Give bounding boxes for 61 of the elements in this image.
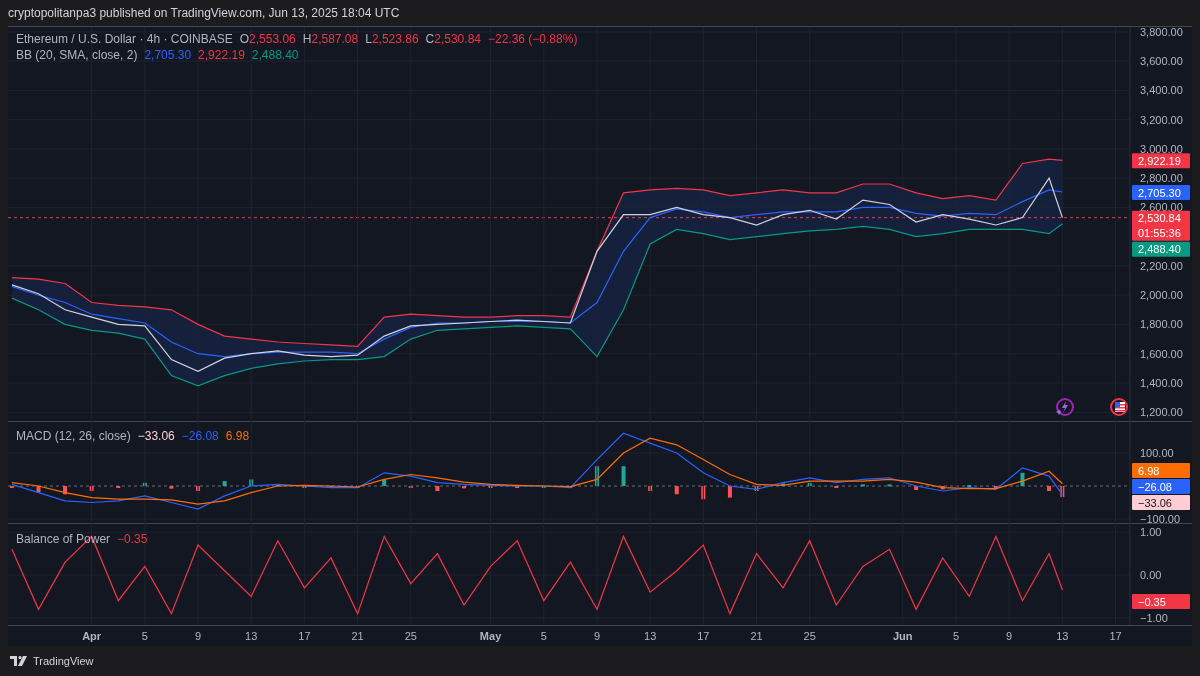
- axis-label: Jun: [893, 630, 913, 642]
- axis-label: 1,200.00: [1140, 406, 1183, 419]
- axis-label: 5: [952, 630, 960, 642]
- axis-label: 1,400.00: [1140, 376, 1183, 389]
- price-tag: 6.98: [1132, 463, 1190, 479]
- axis-label: 25: [803, 630, 816, 642]
- indicator-value: 2,705.30: [144, 48, 192, 62]
- axis-label: 1.00: [1140, 526, 1162, 539]
- ohlc-value: H2,587.08: [302, 32, 359, 46]
- symbol-title: Ethereum / U.S. Dollar · 4h · COINBASE: [16, 32, 233, 46]
- axis-label: 5: [141, 630, 148, 642]
- axis-label: 3,200.00: [1140, 113, 1183, 126]
- axis-label: 100.00: [1140, 447, 1174, 459]
- axis-label: 13: [245, 630, 258, 642]
- axis-label: 2,000.00: [1140, 289, 1183, 302]
- price-tag: −26.08: [1132, 479, 1190, 495]
- axis-label: 3,800.00: [1140, 26, 1183, 38]
- axis-label: −1.00: [1140, 611, 1168, 624]
- axis-label: 9: [1006, 630, 1013, 642]
- axis-label: 25: [404, 630, 417, 642]
- axis-label: 0.00: [1140, 569, 1162, 581]
- indicator-value: 2,488.40: [251, 48, 299, 62]
- price-tag: −33.06: [1132, 495, 1190, 511]
- axis-label: 13: [644, 630, 657, 642]
- axis-label: 9: [195, 630, 202, 642]
- axis-label: May: [479, 630, 502, 642]
- price-change: −22.36 (−0.88%): [488, 32, 578, 46]
- axis-label: 2,800.00: [1140, 172, 1183, 185]
- indicator-value: −0.35: [117, 532, 148, 546]
- axis-label: 21: [750, 630, 763, 642]
- axis-label: 2,200.00: [1140, 259, 1183, 272]
- price-tag: 2,488.40: [1132, 241, 1190, 257]
- axis-label: 21: [351, 630, 364, 642]
- axis-label: 3,600.00: [1140, 55, 1183, 68]
- axis-label: 17: [1109, 630, 1122, 642]
- axis-label: 3,000.00: [1140, 142, 1183, 155]
- ohlc-value: C2,530.84: [425, 32, 481, 46]
- ohlc-value: L2,523.86: [365, 32, 419, 46]
- price-tag: −0.35: [1132, 594, 1190, 609]
- axis-label: 3,400.00: [1140, 84, 1183, 97]
- axis-label: 17: [298, 630, 311, 642]
- ohlc-value: O2,553.06: [239, 32, 296, 46]
- indicator-value: −33.06: [137, 429, 175, 443]
- axis-label: 5: [540, 630, 547, 642]
- indicator-value: 2,922.19: [198, 48, 245, 62]
- indicator-value: −26.08: [181, 429, 219, 443]
- axis-label: Apr: [82, 630, 102, 642]
- price-tag: 2,530.84 01:55:36: [1132, 210, 1190, 241]
- price-tag: 2,705.30: [1132, 185, 1190, 201]
- publish-caption: cryptopolitanpa3 published on TradingView.com, Jun 13, 2025 18:04 UTC: [8, 6, 400, 20]
- indicator-name: BB (20, SMA, close, 2): [16, 48, 138, 62]
- price-tag: 2,922.19: [1132, 153, 1190, 169]
- brand-name: TradingView: [33, 655, 94, 667]
- axis-label: 17: [697, 630, 710, 642]
- axis-label: 13: [1056, 630, 1069, 642]
- axis-label: 9: [593, 630, 600, 642]
- axis-label: 1,600.00: [1140, 347, 1183, 360]
- indicator-value: 6.98: [225, 429, 250, 443]
- axis-label: −100.00: [1140, 513, 1181, 524]
- indicator-name: MACD (12, 26, close): [16, 429, 131, 443]
- axis-label: 1,800.00: [1140, 318, 1183, 331]
